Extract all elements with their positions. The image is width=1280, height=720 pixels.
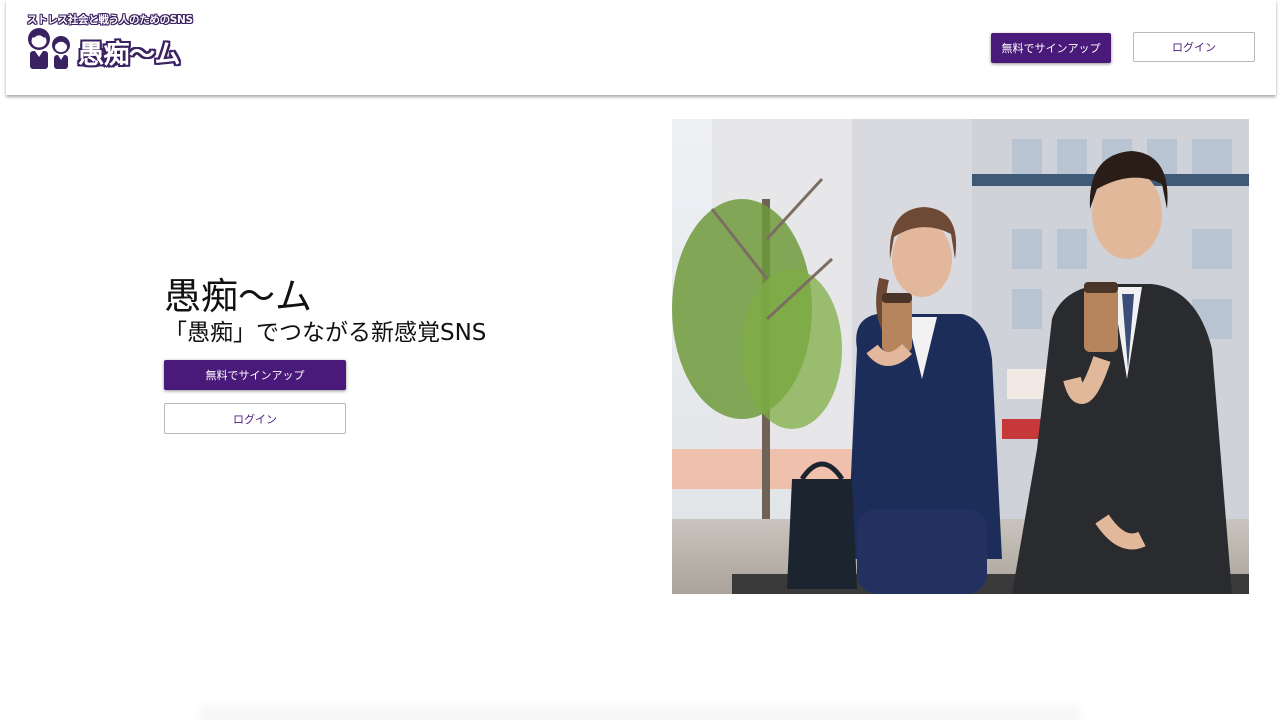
header-login-button[interactable]: ログイン xyxy=(1133,32,1255,62)
header-signup-button[interactable]: 無料でサインアップ xyxy=(991,33,1111,63)
mascot-icon xyxy=(28,28,70,69)
hero-photo xyxy=(672,119,1249,594)
hero-signup-button[interactable]: 無料でサインアップ xyxy=(164,360,346,390)
logo-tagline: ストレス社会と戦う人のためのSNS xyxy=(27,14,193,26)
site-logo[interactable]: ストレス社会と戦う人のためのSNS 愚痴〜ム xyxy=(26,10,196,76)
bottom-shadow xyxy=(200,700,1080,720)
hero-title: 愚痴〜ム xyxy=(164,275,312,318)
logo-name: 愚痴〜ム xyxy=(78,40,181,70)
office-workers-coffee-photo-icon xyxy=(672,119,1249,594)
hero-subtitle: 「愚痴」でつながる新感覚SNS xyxy=(164,320,487,346)
hero-login-button[interactable]: ログイン xyxy=(164,403,346,434)
app-bar: ストレス社会と戦う人のためのSNS 愚痴〜ム 無料でサインアップ ログイン xyxy=(6,0,1276,95)
